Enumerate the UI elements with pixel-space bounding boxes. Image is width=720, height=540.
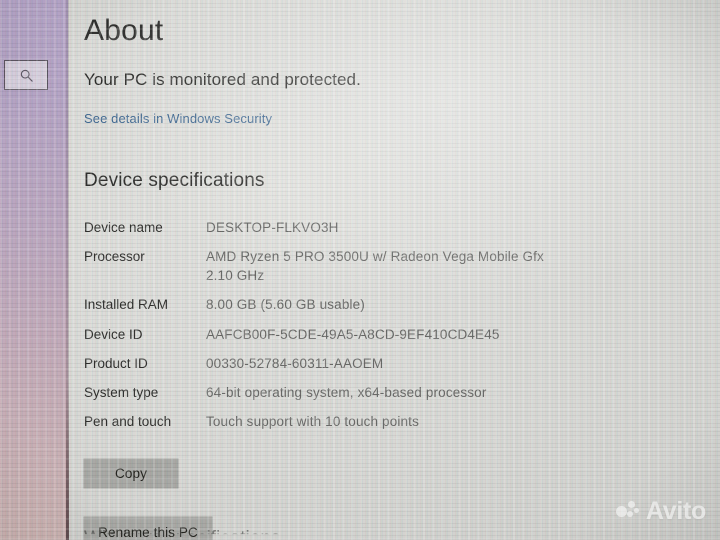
page-title: About — [84, 14, 164, 47]
table-row: System type 64-bit operating system, x64… — [84, 383, 544, 412]
table-row: Pen and touch Touch support with 10 touc… — [84, 412, 544, 441]
spec-label: System type — [84, 384, 159, 400]
spec-label: Device name — [84, 220, 163, 235]
protection-status-text: Your PC is monitored and protected. — [84, 70, 361, 89]
table-row: Device ID AAFCB00F-5CDE-49A5-A8CD-9EF410… — [84, 325, 544, 354]
table-row: Installed RAM 8.00 GB (5.60 GB usable) — [84, 295, 544, 324]
spec-value: AAFCB00F-5CDE-49A5-A8CD-9EF410CD4E45 — [206, 326, 500, 342]
table-row: Device name DESKTOP-FLKVO3H — [84, 218, 544, 247]
spec-value: 64-bit operating system, x64-based proce… — [206, 384, 487, 400]
settings-sidebar — [0, 0, 68, 540]
sidebar-divider — [66, 0, 69, 540]
spec-value: AMD Ryzen 5 PRO 3500U w/ Radeon Vega Mob… — [206, 247, 544, 295]
spec-value-line-2: 2.10 GHz — [206, 268, 265, 284]
windows-security-link[interactable]: See details in Windows Security — [84, 90, 272, 126]
spec-value: Touch support with 10 touch points — [206, 414, 419, 430]
search-icon — [20, 69, 33, 82]
device-specifications-table: Device name DESKTOP-FLKVO3H Processor AM… — [84, 218, 544, 441]
screenshot-root: About Your PC is monitored and protected… — [0, 0, 720, 540]
avito-watermark-text: Avito — [645, 497, 706, 525]
spec-value: 8.00 GB (5.60 GB usable) — [206, 297, 365, 313]
spec-label: Installed RAM — [84, 297, 169, 313]
spec-label: Product ID — [84, 355, 148, 371]
table-row: Processor AMD Ryzen 5 PRO 3500U w/ Radeo… — [84, 247, 544, 295]
avito-dots-icon — [615, 500, 640, 523]
spec-label: Device ID — [84, 326, 143, 342]
copy-button[interactable]: Copy — [84, 459, 178, 489]
device-specifications-heading: Device specifications — [84, 170, 265, 191]
table-row: Product ID 00330-52784-60311-AAOEM — [84, 354, 544, 383]
about-page-content: About Your PC is monitored and protected… — [84, 0, 704, 540]
spec-value-line-1: AMD Ryzen 5 PRO 3500U w/ Radeon Vega Mob… — [206, 249, 544, 265]
avito-watermark: Avito — [615, 497, 706, 526]
spec-label: Processor — [84, 249, 145, 265]
search-input[interactable] — [4, 60, 48, 90]
spec-value: DESKTOP-FLKVO3H — [206, 220, 339, 235]
spec-label: Pen and touch — [84, 414, 172, 430]
spec-value: 00330-52784-60311-AAOEM — [206, 355, 384, 371]
